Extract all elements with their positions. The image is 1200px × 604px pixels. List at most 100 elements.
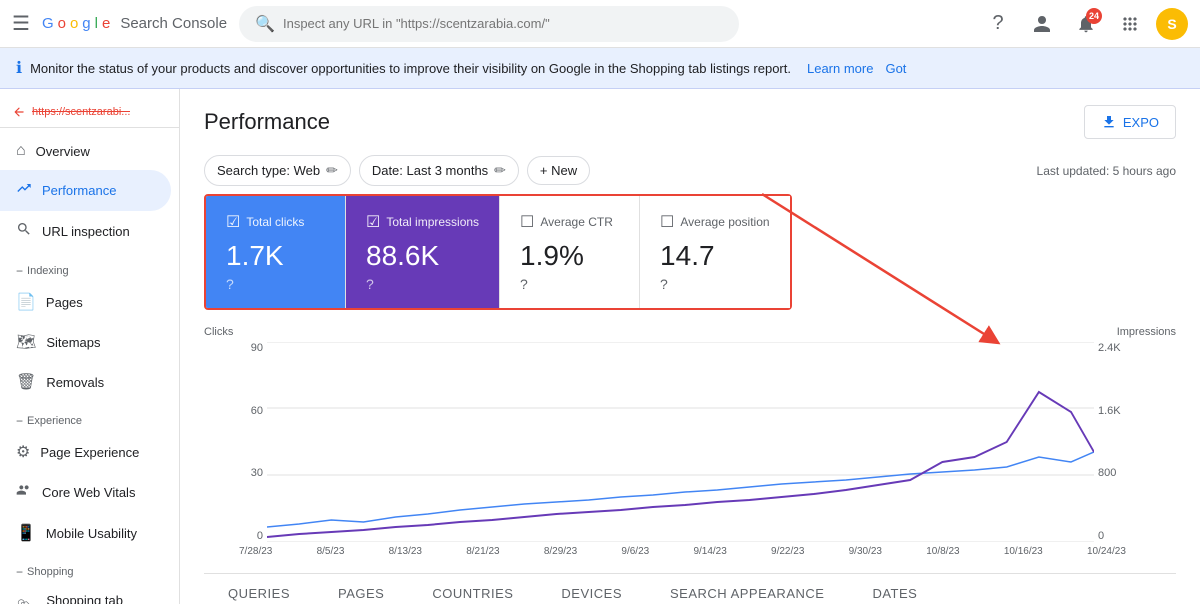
metric-total-clicks[interactable]: ☑ Total clicks 1.7K ?: [206, 196, 346, 308]
metrics-container: ☑ Total clicks 1.7K ? ☑ Total impression…: [204, 194, 792, 310]
chevron-indexing: −: [16, 264, 23, 278]
notif-badge: 24: [1086, 8, 1102, 24]
sidebar-item-mobile-usability[interactable]: 📱 Mobile Usability: [0, 513, 171, 553]
checkbox-impressions-icon: ☑: [366, 212, 380, 232]
google-logo: Google Search Console: [42, 15, 227, 32]
metric-clicks-value: 1.7K: [226, 240, 325, 272]
sidebar-url[interactable]: https://scentzarabi...: [0, 97, 179, 128]
sidebar-section-indexing: − Indexing: [0, 252, 179, 282]
impressions-help-icon: ?: [366, 276, 374, 292]
export-button[interactable]: EXPO: [1084, 105, 1176, 139]
sidebar-item-pages[interactable]: 📄 Pages: [0, 282, 171, 322]
sidebar-label-url-inspection: URL inspection: [42, 224, 130, 239]
metric-ctr-label: ☐ Average CTR: [520, 212, 619, 232]
topbar: ☰ Google Search Console 🔍 ? 24 S: [0, 0, 1200, 48]
menu-icon[interactable]: ☰: [12, 11, 30, 36]
sidebar-label-core-web-vitals: Core Web Vitals: [42, 485, 135, 500]
sidebar-item-url-inspection[interactable]: URL inspection: [0, 211, 171, 252]
search-type-filter[interactable]: Search type: Web ✏: [204, 155, 351, 186]
sitemaps-icon: 🗺: [16, 332, 36, 352]
logo-o-yellow: o: [70, 15, 78, 32]
main-header: Performance EXPO: [204, 105, 1176, 139]
edit-date-icon: ✏: [494, 162, 506, 179]
date-filter[interactable]: Date: Last 3 months ✏: [359, 155, 519, 186]
sidebar-url-text: https://scentzarabi...: [32, 106, 130, 118]
learn-more-link[interactable]: Learn more: [807, 61, 873, 76]
sidebar-section-shopping: − Shopping: [0, 553, 179, 583]
help-icon[interactable]: ?: [980, 6, 1016, 42]
metric-clicks-label: ☑ Total clicks: [226, 212, 325, 232]
metrics-section: ☑ Total clicks 1.7K ? ☑ Total impression…: [204, 194, 792, 326]
sidebar-item-removals[interactable]: 🗑 Removals: [0, 362, 171, 402]
logo-l-green: l: [95, 15, 98, 32]
got-link[interactable]: Got: [885, 61, 906, 76]
chart-title-left: Clicks: [204, 326, 233, 338]
metric-avg-ctr[interactable]: ☐ Average CTR 1.9% ?: [500, 196, 640, 308]
apps-icon[interactable]: [1112, 6, 1148, 42]
sidebar-item-overview[interactable]: ⌂ Overview: [0, 132, 171, 170]
tab-search-appearance[interactable]: SEARCH APPEARANCE: [646, 574, 848, 604]
clicks-help-icon: ?: [226, 276, 234, 292]
main-layout: https://scentzarabi... ⌂ Overview Perfor…: [0, 89, 1200, 604]
sidebar-item-core-web-vitals[interactable]: Core Web Vitals: [0, 472, 171, 513]
sidebar: https://scentzarabi... ⌂ Overview Perfor…: [0, 89, 180, 604]
sidebar-item-performance[interactable]: Performance: [0, 170, 171, 211]
ctr-help-icon: ?: [520, 276, 528, 292]
metric-ctr-value: 1.9%: [520, 240, 619, 272]
home-icon: ⌂: [16, 142, 26, 160]
chart-title-right: Impressions: [1117, 326, 1176, 338]
sidebar-section-experience: − Experience: [0, 402, 179, 432]
tab-pages[interactable]: PAGES: [314, 574, 408, 604]
checkbox-clicks-icon: ☑: [226, 212, 240, 232]
tab-devices[interactable]: DEVICES: [537, 574, 646, 604]
chart-y-axis-right: 2.4K 1.6K 800 0: [1094, 342, 1126, 542]
last-updated-text: Last updated: 5 hours ago: [1037, 164, 1176, 178]
sidebar-label-shopping-tab: Shopping tab listings: [46, 593, 155, 604]
search-icon: 🔍: [255, 14, 275, 34]
logo-g-blue2: g: [82, 15, 90, 32]
tab-countries[interactable]: COUNTRIES: [408, 574, 537, 604]
metric-position-value: 14.7: [660, 240, 770, 272]
sidebar-item-shopping-tab[interactable]: 🏷 Shopping tab listings: [0, 583, 171, 604]
metric-position-label: ☐ Average position: [660, 212, 770, 232]
notifications-icon[interactable]: 24: [1068, 6, 1104, 42]
trending-icon: [16, 180, 32, 201]
logo-e-red: e: [102, 15, 110, 32]
metric-impressions-value: 88.6K: [366, 240, 479, 272]
banner-text: Monitor the status of your products and …: [30, 61, 791, 76]
info-icon: ℹ: [16, 58, 22, 78]
sidebar-label-overview: Overview: [36, 144, 90, 159]
pages-icon: 📄: [16, 292, 36, 312]
tab-dates[interactable]: DATES: [848, 574, 941, 604]
chart-area: Clicks Impressions 90 60 30 0: [204, 342, 1176, 557]
sidebar-label-performance: Performance: [42, 183, 116, 198]
logo-g-blue: G: [42, 15, 54, 32]
info-banner: ℹ Monitor the status of your products an…: [0, 48, 1200, 89]
chart-x-axis: 7/28/23 8/5/23 8/13/23 8/21/23 8/29/23 9…: [239, 542, 1126, 557]
account-icon[interactable]: [1024, 6, 1060, 42]
search-bar[interactable]: 🔍: [239, 6, 739, 42]
user-avatar[interactable]: S: [1156, 8, 1188, 40]
new-filter-button[interactable]: + New: [527, 156, 590, 185]
core-web-vitals-icon: [16, 482, 32, 503]
sidebar-item-page-experience[interactable]: ⚙ Page Experience: [0, 432, 171, 472]
checkbox-position-icon: ☐: [660, 212, 674, 232]
metric-total-impressions[interactable]: ☑ Total impressions 88.6K ?: [346, 196, 500, 308]
shopping-icon: 🏷: [16, 598, 36, 604]
sidebar-label-removals: Removals: [46, 375, 104, 390]
logo-o-red: o: [58, 15, 66, 32]
tab-queries[interactable]: QUERIES: [204, 574, 314, 604]
filter-bar: Search type: Web ✏ Date: Last 3 months ✏…: [204, 155, 1176, 186]
page-title: Performance: [204, 109, 330, 135]
search-input[interactable]: [283, 16, 723, 31]
sidebar-item-sitemaps[interactable]: 🗺 Sitemaps: [0, 322, 171, 362]
performance-chart: [267, 342, 1094, 542]
removals-icon: 🗑: [16, 372, 36, 392]
topbar-actions: ? 24 S: [980, 6, 1188, 42]
sidebar-label-sitemaps: Sitemaps: [46, 335, 100, 350]
sidebar-label-page-experience: Page Experience: [40, 445, 139, 460]
page-experience-icon: ⚙: [16, 442, 30, 462]
metric-impressions-label: ☑ Total impressions: [366, 212, 479, 232]
main-content: Performance EXPO Search type: Web ✏ Date…: [180, 89, 1200, 604]
metric-avg-position[interactable]: ☐ Average position 14.7 ?: [640, 196, 790, 308]
